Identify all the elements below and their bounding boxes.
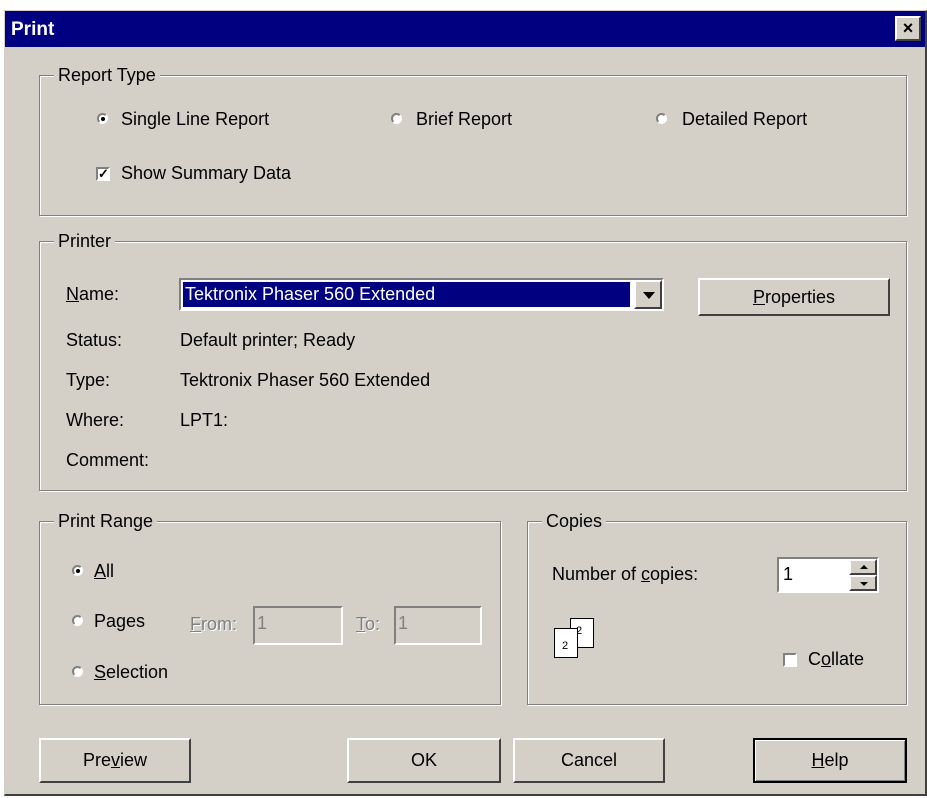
selection-label[interactable]: Selection <box>94 662 168 683</box>
collate-pages-icon: 2 2 <box>554 618 596 658</box>
preview-button[interactable]: Preview <box>39 738 191 783</box>
type-label: Type: <box>66 370 111 390</box>
pages-label[interactable]: Pages <box>94 611 145 632</box>
pages-radio[interactable] <box>72 615 83 626</box>
printer-name-value: Tektronix Phaser 560 Extended <box>182 281 631 308</box>
spin-up-button[interactable] <box>849 559 877 575</box>
cancel-button[interactable]: Cancel <box>513 738 665 783</box>
print-dialog: Print × Report Type Single Line Report B… <box>4 10 927 796</box>
where-value: LPT1: <box>180 410 229 430</box>
to-label: To: <box>356 614 381 634</box>
detailed-report-radio[interactable] <box>656 113 667 124</box>
checkmark-icon: ✓ <box>98 166 109 181</box>
copies-input[interactable]: 1 <box>777 557 879 593</box>
status-value: Default printer; Ready <box>180 330 356 350</box>
page-front-icon: 2 <box>554 628 578 658</box>
help-button[interactable]: Help <box>753 738 907 783</box>
close-icon: × <box>902 18 914 38</box>
single-line-report-label[interactable]: Single Line Report <box>121 109 269 130</box>
report-type-legend: Report Type <box>54 64 160 86</box>
selection-radio[interactable] <box>72 666 83 677</box>
print-range-group: Print Range All Pages From: 1 To: 1 Sele… <box>39 510 501 705</box>
detailed-report-label[interactable]: Detailed Report <box>682 109 807 130</box>
report-type-group: Report Type Single Line Report Brief Rep… <box>39 64 907 216</box>
printer-legend: Printer <box>54 230 116 252</box>
to-input[interactable]: 1 <box>394 606 482 645</box>
collate-checkbox[interactable] <box>783 653 797 667</box>
from-label: From: <box>190 614 237 634</box>
arrow-down-icon <box>860 582 868 586</box>
spin-down-button[interactable] <box>849 575 877 591</box>
printer-name-select[interactable]: Tektronix Phaser 560 Extended <box>179 278 664 311</box>
copies-legend: Copies <box>542 510 607 532</box>
brief-report-radio[interactable] <box>391 113 402 124</box>
brief-report-label[interactable]: Brief Report <box>416 109 512 130</box>
title-bar[interactable]: Print × <box>5 11 925 47</box>
status-label: Status: <box>66 330 123 350</box>
printer-group: Printer Name: Tektronix Phaser 560 Exten… <box>39 230 907 491</box>
collate-label[interactable]: Collate <box>808 649 864 670</box>
number-of-copies-label: Number of copies: <box>552 564 699 584</box>
copies-group: Copies Number of copies: 1 2 2 Collate <box>527 510 907 705</box>
name-label: Name: <box>66 284 120 304</box>
chevron-down-icon <box>643 292 655 299</box>
where-label: Where: <box>66 410 125 430</box>
close-button[interactable]: × <box>895 16 921 41</box>
dropdown-button[interactable] <box>634 280 662 309</box>
type-value: Tektronix Phaser 560 Extended <box>180 370 431 390</box>
dialog-title: Print <box>11 19 55 40</box>
properties-button[interactable]: Properties <box>698 278 890 316</box>
show-summary-label[interactable]: Show Summary Data <box>121 163 291 184</box>
all-radio[interactable] <box>72 565 83 576</box>
ok-button[interactable]: OK <box>347 738 501 783</box>
all-label[interactable]: All <box>94 561 114 582</box>
print-range-legend: Print Range <box>54 510 158 532</box>
comment-label: Comment: <box>66 450 150 470</box>
arrow-up-icon <box>860 565 868 569</box>
copies-value: 1 <box>783 564 794 584</box>
from-input[interactable]: 1 <box>253 606 343 645</box>
single-line-report-radio[interactable] <box>97 113 108 124</box>
show-summary-checkbox[interactable]: ✓ <box>96 167 110 181</box>
